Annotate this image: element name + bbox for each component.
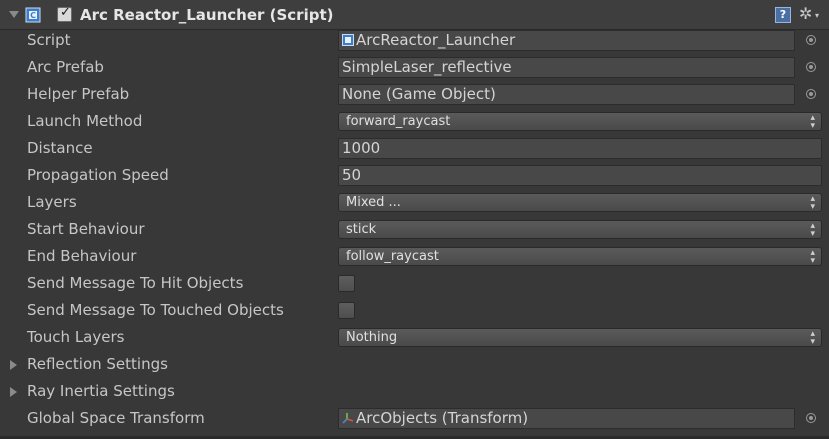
script-field[interactable]: ArcReactor_Launcher <box>338 30 795 51</box>
script-label: Script <box>27 31 71 49</box>
row-send-message-touched: Send Message To Touched Objects <box>0 297 829 324</box>
dropdown-arrows-icon: ▴ ▾ <box>810 221 815 239</box>
launch-method-value: forward_raycast <box>346 114 451 129</box>
end-behaviour-dropdown[interactable]: follow_raycast ▴ ▾ <box>338 247 822 266</box>
row-send-message-hit: Send Message To Hit Objects <box>0 270 829 297</box>
end-behaviour-label: End Behaviour <box>27 247 137 265</box>
start-behaviour-label: Start Behaviour <box>27 220 145 238</box>
dropdown-arrows-icon: ▴ ▾ <box>810 194 815 212</box>
layers-label: Layers <box>27 193 77 211</box>
touch-layers-dropdown[interactable]: Nothing ▴ ▾ <box>338 328 822 347</box>
row-reflection-settings[interactable]: Reflection Settings <box>0 351 829 378</box>
row-touch-layers: Touch Layers Nothing ▴ ▾ <box>0 324 829 351</box>
end-behaviour-value: follow_raycast <box>346 249 439 264</box>
dropdown-arrows-icon: ▴ ▾ <box>810 329 815 347</box>
send-message-hit-label: Send Message To Hit Objects <box>27 274 244 292</box>
row-launch-method: Launch Method forward_raycast ▴ ▾ <box>0 108 829 135</box>
start-behaviour-value: stick <box>346 222 377 237</box>
foldout-collapsed-icon[interactable] <box>10 360 17 370</box>
start-behaviour-dropdown[interactable]: stick ▴ ▾ <box>338 220 822 239</box>
reflection-settings-foldout[interactable]: Reflection Settings <box>27 355 168 373</box>
row-propagation-speed: Propagation Speed 50 <box>0 162 829 189</box>
propagation-speed-value: 50 <box>342 166 362 184</box>
global-space-transform-label: Global Space Transform <box>27 409 205 427</box>
foldout-expanded-icon[interactable] <box>9 11 19 18</box>
propagation-speed-input[interactable]: 50 <box>338 165 822 186</box>
send-message-touched-checkbox[interactable] <box>338 302 355 319</box>
send-message-hit-checkbox[interactable] <box>338 275 355 292</box>
touch-layers-value: Nothing <box>346 330 398 345</box>
row-arc-prefab: Arc Prefab SimpleLaser_reflective <box>0 54 829 81</box>
transform-icon <box>342 413 354 424</box>
distance-label: Distance <box>27 139 93 157</box>
ray-inertia-settings-foldout[interactable]: Ray Inertia Settings <box>27 382 175 400</box>
helper-prefab-value: None (Game Object) <box>342 85 496 103</box>
object-picker-icon[interactable] <box>806 62 816 72</box>
checkmark-icon: ✓ <box>60 5 71 20</box>
script-value: ArcReactor_Launcher <box>356 31 516 49</box>
distance-value: 1000 <box>342 139 381 157</box>
global-space-transform-field[interactable]: ArcObjects (Transform) <box>338 408 795 429</box>
arc-prefab-label: Arc Prefab <box>27 58 104 76</box>
component-enabled-checkbox[interactable]: ✓ <box>57 5 72 22</box>
component-header[interactable]: C ✓ Arc Reactor_Launcher (Script) ? ✲ ▾ <box>0 0 829 30</box>
object-picker-icon[interactable] <box>806 35 816 45</box>
launch-method-label: Launch Method <box>27 112 143 130</box>
gear-icon[interactable]: ✲ <box>799 4 812 23</box>
global-space-transform-value: ArcObjects (Transform) <box>356 409 529 427</box>
send-message-touched-label: Send Message To Touched Objects <box>27 301 284 319</box>
helper-prefab-label: Helper Prefab <box>27 85 130 103</box>
row-ray-inertia-settings[interactable]: Ray Inertia Settings <box>0 378 829 405</box>
row-global-space-transform: Global Space Transform ArcObjects (Trans… <box>0 405 829 432</box>
propagation-speed-label: Propagation Speed <box>27 166 169 184</box>
row-distance: Distance 1000 <box>0 135 829 162</box>
object-picker-icon[interactable] <box>806 89 816 99</box>
row-start-behaviour: Start Behaviour stick ▴ ▾ <box>0 216 829 243</box>
dropdown-arrows-icon: ▴ ▾ <box>810 113 815 131</box>
script-icon: C <box>25 7 41 23</box>
layers-value: Mixed ... <box>346 195 401 210</box>
svg-text:C: C <box>30 11 36 20</box>
layers-dropdown[interactable]: Mixed ... ▴ ▾ <box>338 193 822 212</box>
launch-method-dropdown[interactable]: forward_raycast ▴ ▾ <box>338 112 822 131</box>
arc-prefab-field[interactable]: SimpleLaser_reflective <box>338 57 795 78</box>
component-title: Arc Reactor_Launcher (Script) <box>80 6 334 24</box>
script-file-icon <box>342 34 354 46</box>
distance-input[interactable]: 1000 <box>338 138 822 159</box>
row-script: Script ArcReactor_Launcher <box>0 27 829 54</box>
gear-caret-icon[interactable]: ▾ <box>815 11 819 20</box>
arc-prefab-value: SimpleLaser_reflective <box>342 58 512 76</box>
touch-layers-label: Touch Layers <box>27 328 125 346</box>
row-end-behaviour: End Behaviour follow_raycast ▴ ▾ <box>0 243 829 270</box>
helper-prefab-field[interactable]: None (Game Object) <box>338 84 795 105</box>
row-helper-prefab: Helper Prefab None (Game Object) <box>0 81 829 108</box>
help-icon[interactable]: ? <box>775 7 791 23</box>
row-layers: Layers Mixed ... ▴ ▾ <box>0 189 829 216</box>
foldout-collapsed-icon[interactable] <box>10 387 17 397</box>
dropdown-arrows-icon: ▴ ▾ <box>810 248 815 266</box>
object-picker-icon[interactable] <box>806 413 816 423</box>
